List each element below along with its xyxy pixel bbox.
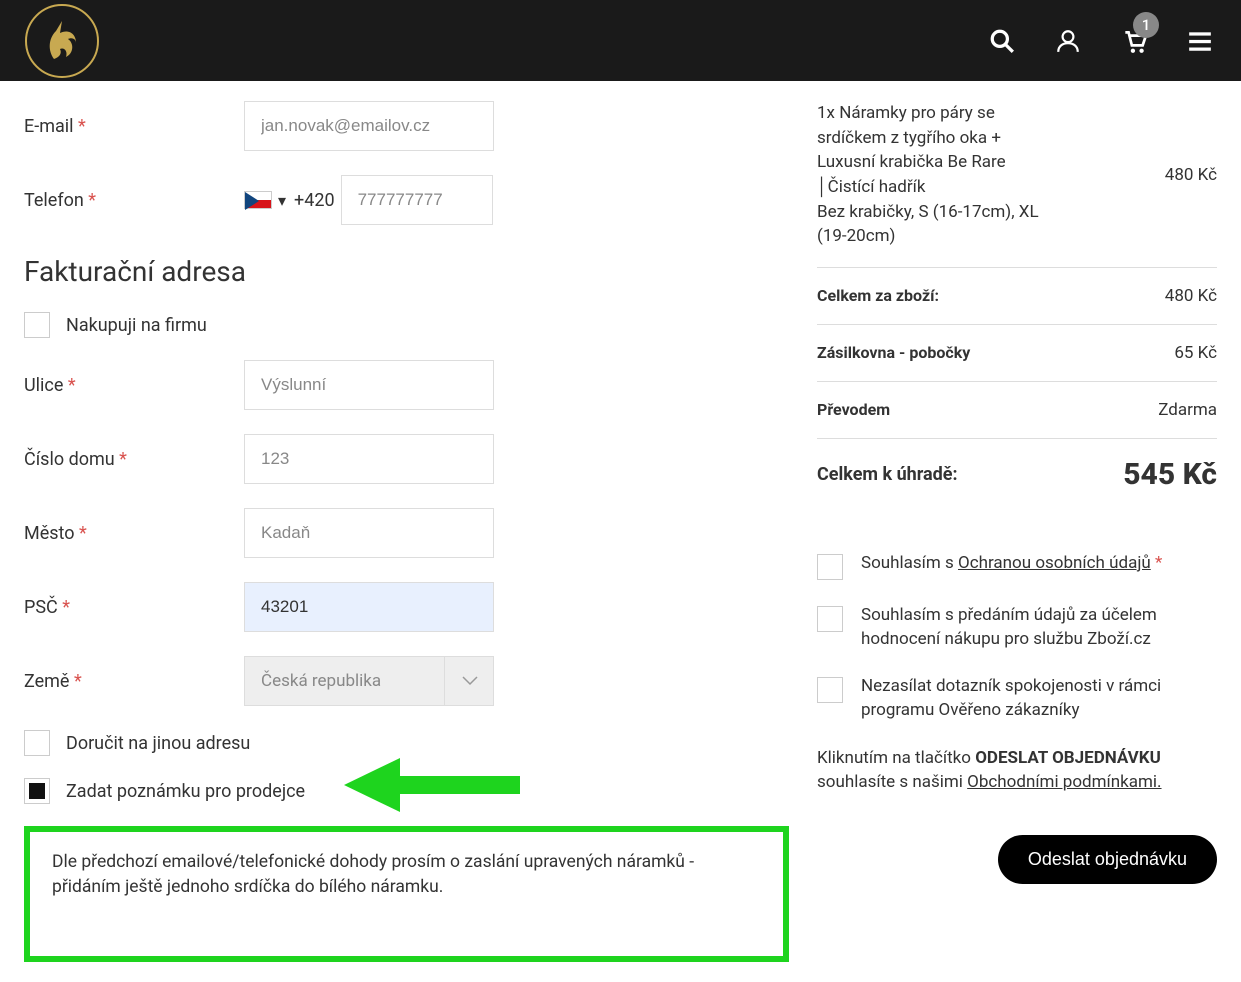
zip-label: PSČ * [24, 597, 244, 618]
grand-total-label: Celkem k úhradě: [817, 464, 958, 485]
user-icon[interactable] [1055, 28, 1081, 54]
ship-other-checkbox[interactable] [24, 730, 50, 756]
cart-icon[interactable]: 1 [1121, 28, 1147, 54]
menu-icon[interactable] [1187, 28, 1213, 54]
shipping-price: 65 Kč [1174, 343, 1217, 363]
search-icon[interactable] [989, 28, 1015, 54]
ship-other-label: Doručit na jinou adresu [66, 733, 250, 754]
privacy-checkbox[interactable] [817, 554, 843, 580]
privacy-link[interactable]: Ochranou osobních údajů [958, 553, 1151, 573]
note-label: Zadat poznámku pro prodejce [66, 781, 305, 802]
houseno-input[interactable] [244, 434, 494, 484]
submit-button[interactable]: Odeslat objednávku [998, 835, 1217, 884]
houseno-label: Číslo domu * [24, 449, 244, 470]
country-select[interactable]: Česká republika [244, 656, 494, 706]
billing-title: Fakturační adresa [24, 255, 789, 288]
phone-input[interactable] [341, 175, 493, 225]
terms-link[interactable]: Obchodními podmínkami. [967, 772, 1161, 792]
note-textarea[interactable]: Dle předchozí emailové/telefonické dohod… [24, 826, 789, 962]
order-summary: 1x Náramky pro páry se srdíčkem z tygříh… [817, 101, 1217, 510]
heureka-label: Nezasílat dotazník spokojenosti v rámci … [861, 675, 1217, 723]
goods-total-price: 480 Kč [1165, 286, 1217, 306]
shipping-label: Zásilkovna - pobočky [817, 343, 970, 362]
zip-input[interactable] [244, 582, 494, 632]
privacy-label: Souhlasím s Ochranou osobních údajů * [861, 552, 1162, 576]
chevron-down-icon[interactable]: ▾ [278, 191, 286, 210]
heureka-checkbox[interactable] [817, 677, 843, 703]
summary-item: 1x Náramky pro páry se srdíčkem z tygříh… [817, 101, 1057, 249]
terms-text: Kliknutím na tlačítko ODESLAT OBJEDNÁVKU… [817, 747, 1217, 795]
logo[interactable] [24, 3, 100, 79]
street-label: Ulice * [24, 375, 244, 396]
phone-prefix: +420 [294, 190, 335, 211]
payment-price: Zdarma [1158, 400, 1217, 420]
goods-total-label: Celkem za zboží: [817, 286, 939, 305]
payment-label: Převodem [817, 400, 890, 419]
street-input[interactable] [244, 360, 494, 410]
email-input[interactable] [244, 101, 494, 151]
arrow-annotation-icon [344, 754, 520, 814]
zbozi-label: Souhlasím s předáním údajů za účelem hod… [861, 604, 1217, 652]
email-label: E-mail * [24, 116, 244, 137]
company-checkbox[interactable] [24, 312, 50, 338]
company-label: Nakupuji na firmu [66, 315, 207, 336]
note-checkbox[interactable] [24, 778, 50, 804]
city-input[interactable] [244, 508, 494, 558]
cart-badge: 1 [1133, 12, 1159, 38]
flag-cz-icon[interactable] [244, 191, 272, 209]
header: 1 [0, 0, 1241, 81]
phone-label: Telefon * [24, 190, 244, 211]
country-label: Země * [24, 671, 244, 692]
grand-total-price: 545 Kč [1123, 457, 1217, 492]
zbozi-checkbox[interactable] [817, 606, 843, 632]
summary-item-price: 480 Kč [1165, 165, 1217, 185]
chevron-down-icon[interactable] [444, 656, 494, 706]
city-label: Město * [24, 523, 244, 544]
